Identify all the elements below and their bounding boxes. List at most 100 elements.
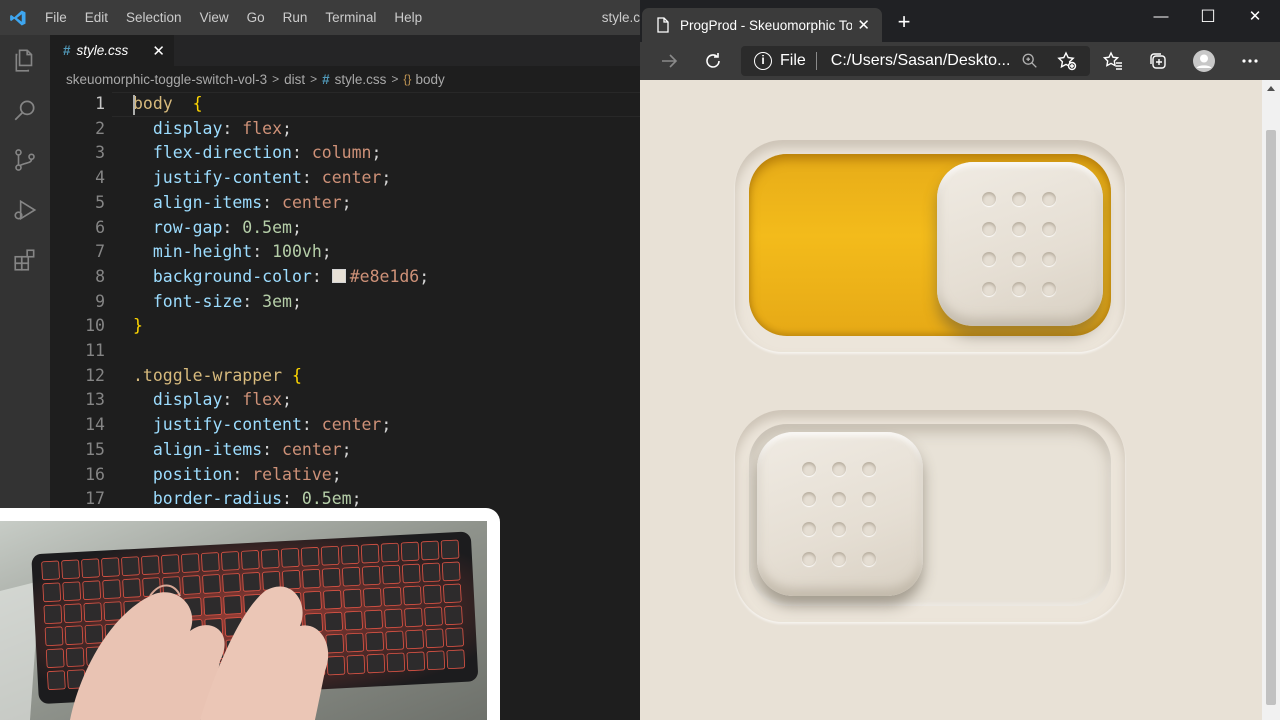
explorer-icon[interactable] bbox=[0, 35, 50, 85]
address-scheme: File bbox=[780, 52, 806, 69]
vscode-window: File Edit Selection View Go Run Terminal… bbox=[0, 0, 640, 720]
text-cursor bbox=[133, 95, 135, 115]
code-text: } bbox=[133, 316, 143, 336]
knob-dot bbox=[862, 492, 876, 506]
collections-icon[interactable] bbox=[1143, 47, 1173, 75]
run-debug-icon[interactable] bbox=[0, 185, 50, 235]
breadcrumb-symbol[interactable]: body bbox=[415, 72, 444, 87]
close-icon[interactable]: ✕ bbox=[857, 16, 870, 34]
code-text: display: flex; bbox=[152, 390, 292, 410]
color-swatch[interactable] bbox=[331, 268, 346, 283]
line-number: 11 bbox=[85, 341, 105, 360]
toggle-switch-off[interactable] bbox=[735, 410, 1125, 622]
menu-view[interactable]: View bbox=[191, 0, 238, 35]
menu-help[interactable]: Help bbox=[385, 0, 431, 35]
zoom-icon[interactable] bbox=[1015, 47, 1045, 75]
window-title: style.c bbox=[601, 10, 640, 25]
code-line: 13 display: flex; bbox=[50, 388, 640, 413]
line-number: 6 bbox=[95, 217, 105, 237]
menu-selection[interactable]: Selection bbox=[117, 0, 191, 35]
code-text: justify-content: center; bbox=[152, 415, 392, 435]
scrollbar[interactable] bbox=[1262, 80, 1280, 720]
code-line: 7 min-height: 100vh; bbox=[50, 240, 640, 265]
menu-run[interactable]: Run bbox=[274, 0, 317, 35]
search-icon[interactable] bbox=[0, 85, 50, 135]
breadcrumb: skeuomorphic-toggle-switch-vol-3 > dist … bbox=[50, 66, 640, 92]
knob-dot bbox=[982, 222, 996, 236]
source-control-icon[interactable] bbox=[0, 135, 50, 185]
knob-dot bbox=[1012, 282, 1026, 296]
menu-edit[interactable]: Edit bbox=[76, 0, 117, 35]
refresh-icon[interactable] bbox=[698, 47, 728, 75]
toggle-knob[interactable] bbox=[757, 432, 923, 596]
knob-dot bbox=[802, 522, 816, 536]
tab-label: style.css bbox=[76, 43, 129, 58]
code-line: 1 body { bbox=[50, 92, 640, 117]
line-number: 3 bbox=[95, 143, 105, 163]
browser-toolbar: i File C:/Users/Sasan/Deskto... bbox=[640, 42, 1280, 80]
knob-dot bbox=[982, 252, 996, 266]
add-favorite-icon[interactable] bbox=[1052, 47, 1082, 75]
toggle-knob[interactable] bbox=[937, 162, 1103, 326]
code-text: background-color: #e8e1d6; bbox=[152, 266, 430, 286]
breadcrumb-dist[interactable]: dist bbox=[284, 72, 305, 87]
forward-icon[interactable] bbox=[654, 47, 684, 75]
code-text: justify-content: center; bbox=[152, 168, 392, 188]
browser-tab[interactable]: ProgProd - Skeuomorphic Toggl ✕ bbox=[642, 8, 882, 42]
line-number: 7 bbox=[95, 242, 105, 262]
close-window-button[interactable]: ✕ bbox=[1232, 0, 1278, 34]
more-menu-icon[interactable] bbox=[1235, 47, 1265, 75]
code-line: 10} bbox=[50, 314, 640, 339]
line-number: 2 bbox=[95, 118, 105, 138]
line-number: 13 bbox=[85, 390, 105, 410]
favorites-icon[interactable] bbox=[1098, 47, 1128, 75]
menu-go[interactable]: Go bbox=[238, 0, 274, 35]
keyboard-hands-video bbox=[0, 521, 487, 720]
line-number: 16 bbox=[85, 464, 105, 484]
knob-dot bbox=[862, 552, 876, 566]
tab-style-css[interactable]: # style.css ✕ bbox=[50, 35, 174, 66]
scroll-thumb[interactable] bbox=[1266, 130, 1276, 705]
new-tab-button[interactable]: + bbox=[890, 8, 918, 36]
code-line: 4 justify-content: center; bbox=[50, 166, 640, 191]
knob-dot bbox=[832, 522, 846, 536]
extensions-icon[interactable] bbox=[0, 235, 50, 285]
maximize-button[interactable]: ☐ bbox=[1185, 0, 1231, 34]
code-text: align-items: center; bbox=[152, 439, 352, 459]
breadcrumb-folder[interactable]: skeuomorphic-toggle-switch-vol-3 bbox=[66, 72, 267, 87]
info-icon[interactable]: i bbox=[754, 52, 772, 70]
code-line: 8 background-color: #e8e1d6; bbox=[50, 265, 640, 290]
knob-dot bbox=[1042, 222, 1056, 236]
line-number: 1 bbox=[95, 94, 105, 113]
css-file-icon: # bbox=[63, 43, 71, 58]
breadcrumb-file[interactable]: style.css bbox=[335, 72, 387, 87]
code-text: font-size: 3em; bbox=[152, 291, 302, 311]
line-number: 5 bbox=[95, 192, 105, 212]
code-text: display: flex; bbox=[152, 118, 292, 138]
scroll-up-icon[interactable] bbox=[1267, 86, 1275, 91]
page-icon bbox=[657, 17, 669, 33]
chevron-right-icon: > bbox=[272, 72, 280, 86]
toggle-switch-on[interactable] bbox=[735, 140, 1125, 352]
knob-dot bbox=[1012, 222, 1026, 236]
line-number: 15 bbox=[85, 439, 105, 459]
address-url[interactable]: C:/Users/Sasan/Deskto... bbox=[831, 52, 1011, 70]
close-icon[interactable]: ✕ bbox=[152, 42, 165, 60]
line-number: 14 bbox=[85, 415, 105, 435]
knob-dot bbox=[802, 462, 816, 476]
knob-dot bbox=[832, 492, 846, 506]
webcam-overlay bbox=[0, 508, 500, 720]
profile-avatar[interactable] bbox=[1189, 47, 1219, 75]
menu-file[interactable]: File bbox=[36, 0, 76, 35]
knob-dot bbox=[862, 462, 876, 476]
menu-terminal[interactable]: Terminal bbox=[316, 0, 385, 35]
knob-dot bbox=[982, 192, 996, 206]
knob-dot bbox=[802, 552, 816, 566]
code-line: 11 bbox=[50, 339, 640, 364]
browser-tab-strip: ProgProd - Skeuomorphic Toggl ✕ + — ☐ ✕ bbox=[640, 0, 1280, 42]
editor-tab-bar: # style.css ✕ bbox=[50, 35, 640, 66]
browser-window: ProgProd - Skeuomorphic Toggl ✕ + — ☐ ✕ … bbox=[640, 0, 1280, 720]
minimize-button[interactable]: — bbox=[1138, 0, 1184, 34]
address-divider bbox=[815, 52, 817, 70]
line-number: 9 bbox=[95, 291, 105, 311]
